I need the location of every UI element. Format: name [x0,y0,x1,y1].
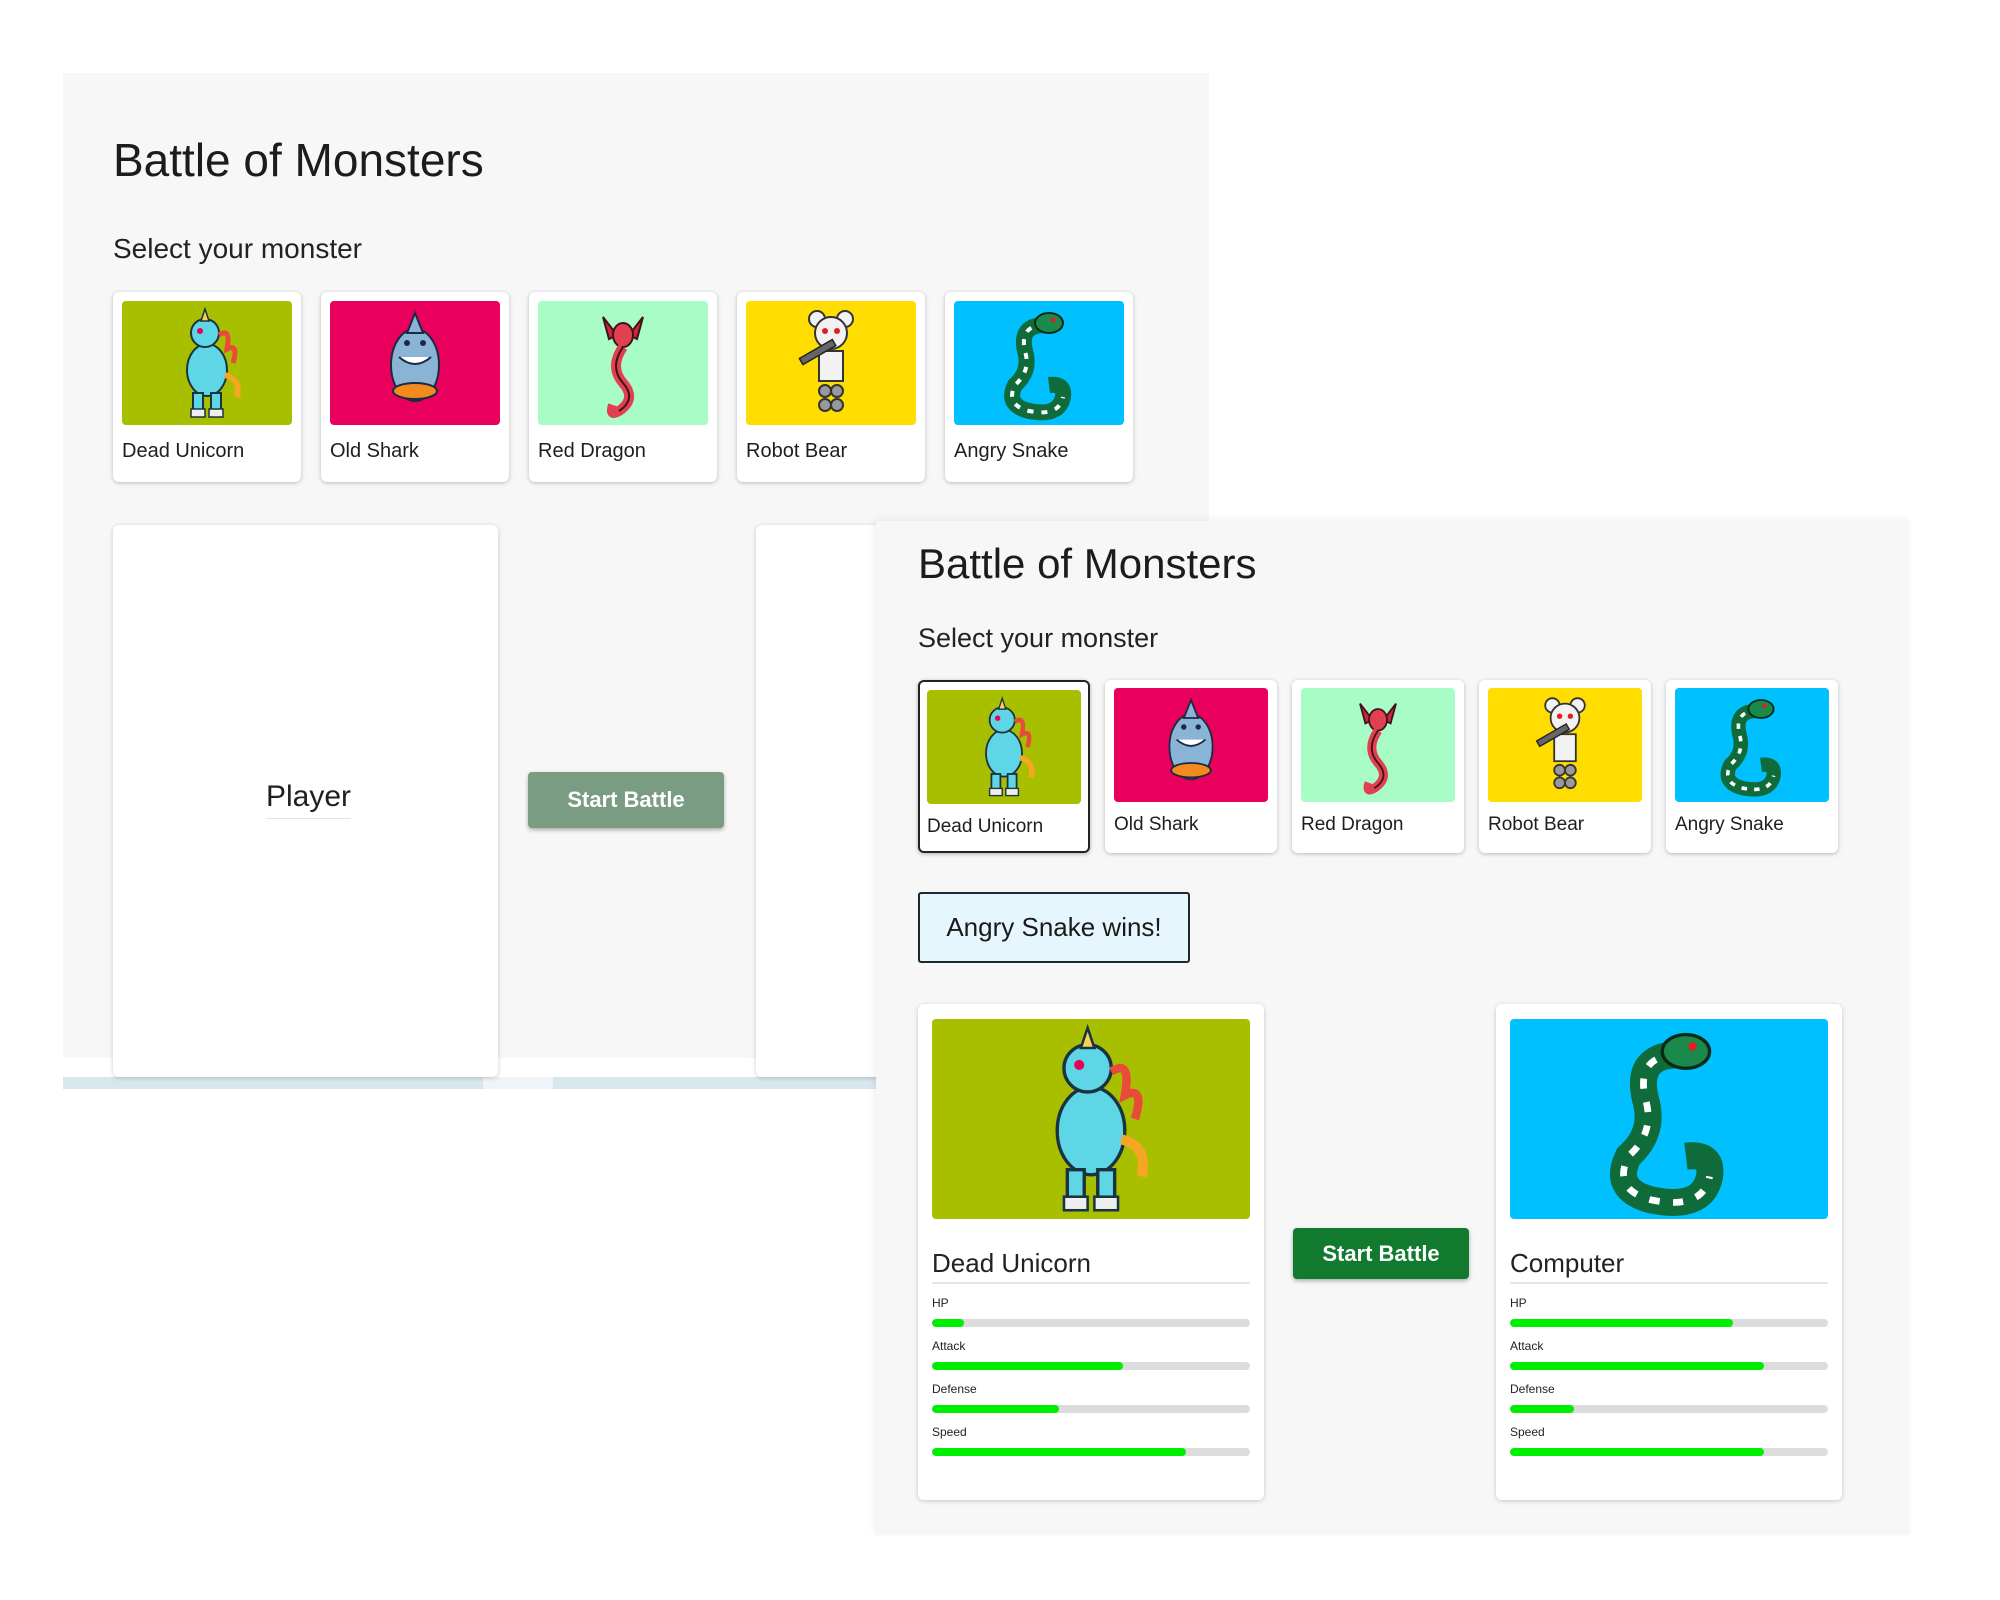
stat-bar-speed [932,1448,1250,1456]
stat-bar-defense [1510,1405,1828,1413]
dragon-icon [602,316,644,418]
monster-card-robot-bear[interactable]: Robot Bear [1479,680,1651,853]
monster-image [1675,688,1829,802]
unicorn-icon [186,306,241,418]
monster-image [1114,688,1268,802]
page-title: Battle of Monsters [113,134,484,186]
monster-name: Dead Unicorn [927,816,1044,837]
divider [932,1282,1250,1284]
stat-label-attack: Attack [932,1339,966,1353]
select-monster-heading: Select your monster [918,623,1159,653]
unicorn-icon [1055,1023,1149,1212]
stat-label-speed: Speed [1510,1425,1545,1439]
dragon-icon [1359,703,1397,795]
computer-fighter-name: Computer [1510,1248,1625,1278]
divider [1510,1282,1828,1284]
stat-bar-hp [932,1319,1250,1327]
stat-label-attack: Attack [1510,1339,1544,1353]
monster-image [927,690,1081,804]
monster-card-red-dragon[interactable]: Red Dragon [529,292,717,482]
player-fighter-card: Dead Unicorn HP Attack Defense Speed [918,1004,1264,1500]
snake-icon [1610,1032,1724,1216]
stat-bar-hp [1510,1319,1828,1327]
stat-label-defense: Defense [1510,1382,1555,1396]
monster-image [746,301,916,425]
monster-image [1488,688,1642,802]
snake-icon [1720,699,1781,797]
monster-card-old-shark[interactable]: Old Shark [1105,680,1277,853]
fighter-image [932,1019,1250,1219]
player-fighter-name: Dead Unicorn [932,1248,1091,1278]
monster-card-dead-unicorn-selected[interactable]: Dead Unicorn [918,680,1090,853]
winner-banner: Angry Snake wins! [918,892,1190,963]
monster-image [954,301,1124,425]
monster-name: Angry Snake [954,440,1069,462]
monster-name: Angry Snake [1675,814,1784,835]
monster-name: Red Dragon [1301,814,1404,835]
player-card-empty: Player [113,525,498,1077]
monster-card-dead-unicorn[interactable]: Dead Unicorn [113,292,301,482]
stat-bar-defense [932,1405,1250,1413]
monster-name: Robot Bear [1488,814,1585,835]
monster-image [538,301,708,425]
start-battle-button[interactable]: Start Battle [1293,1228,1469,1279]
monster-image [330,301,500,425]
monster-card-angry-snake[interactable]: Angry Snake [1666,680,1838,853]
stat-label-speed: Speed [932,1425,967,1439]
fighter-image [1510,1019,1828,1219]
stat-label-defense: Defense [932,1382,977,1396]
snake-icon [1004,312,1072,421]
select-monster-heading: Select your monster [113,233,362,264]
stat-label-hp: HP [932,1296,949,1310]
computer-fighter-card: Computer HP Attack Defense Speed [1496,1004,1842,1500]
stat-bar-speed [1510,1448,1828,1456]
monster-card-red-dragon[interactable]: Red Dragon [1292,680,1464,853]
monster-card-robot-bear[interactable]: Robot Bear [737,292,925,482]
monster-card-angry-snake[interactable]: Angry Snake [945,292,1133,482]
screen-a-footer-stripe [63,1077,883,1089]
monster-name: Old Shark [1114,814,1199,835]
monster-name: Old Shark [330,440,419,462]
stat-label-hp: HP [1510,1296,1527,1310]
monster-name: Dead Unicorn [122,440,245,462]
stat-bar-attack [1510,1362,1828,1370]
shark-icon [1168,697,1214,781]
unicorn-icon [985,696,1035,797]
player-placeholder-label: Player [266,780,352,819]
monster-image [1301,688,1455,802]
page-title: Battle of Monsters [918,540,1257,587]
robot-bear-icon [798,310,854,412]
shark-icon [390,310,440,402]
monster-image [122,301,292,425]
stat-bar-attack [932,1362,1250,1370]
monster-name: Red Dragon [538,440,646,462]
monster-name: Robot Bear [746,440,848,462]
robot-bear-icon [1535,697,1586,790]
monster-card-old-shark[interactable]: Old Shark [321,292,509,482]
start-battle-button-disabled[interactable]: Start Battle [528,772,724,828]
